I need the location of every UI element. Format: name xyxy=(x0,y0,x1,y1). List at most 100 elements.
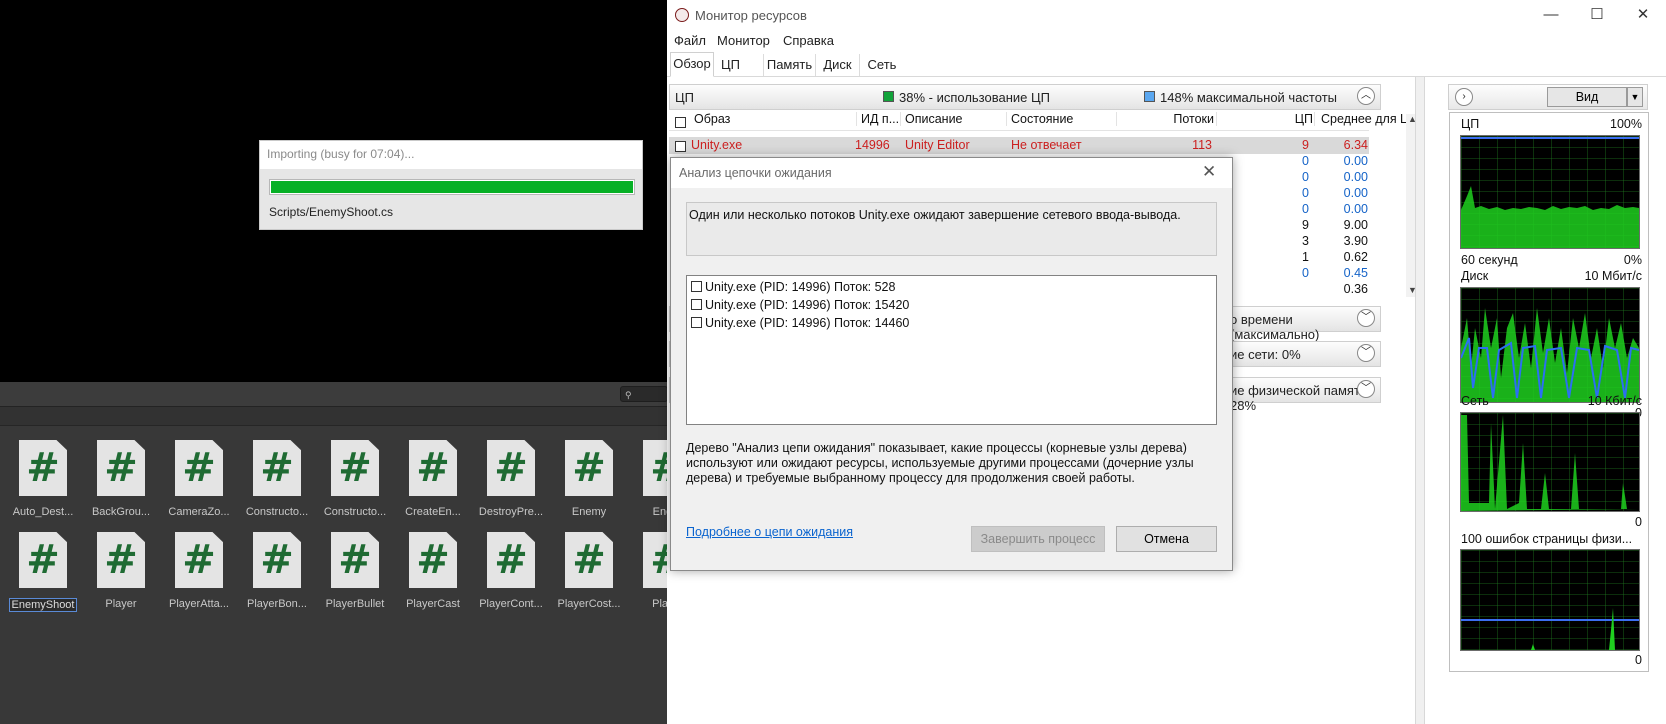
graph-cpu-min: 0% xyxy=(1623,253,1642,267)
close-button[interactable]: ✕ xyxy=(1620,0,1666,30)
cpu-section-header[interactable]: ЦП 38% - использование ЦП 148% максималь… xyxy=(669,84,1381,110)
col-avg-cpu[interactable]: Среднее для ЦП xyxy=(1314,112,1418,126)
hash-glyph: # xyxy=(416,445,450,491)
process-table-header: Образ ИД п... Описание Состояние Потоки … xyxy=(669,108,1418,131)
network-section-summary: ие сети: 0% xyxy=(1230,347,1301,362)
thread-item[interactable]: Unity.exe (PID: 14996) Поток: 14460 xyxy=(687,314,1216,332)
csharp-script-icon: # xyxy=(19,440,67,496)
process-image: Unity.exe xyxy=(691,138,743,152)
thread-item[interactable]: Unity.exe (PID: 14996) Поток: 528 xyxy=(687,278,1216,296)
process-checkbox[interactable] xyxy=(675,141,686,152)
thread-checkbox[interactable] xyxy=(691,299,702,310)
unity-search-field[interactable]: ⚲ xyxy=(620,386,668,402)
tab-network[interactable]: Сеть xyxy=(860,54,904,76)
col-threads[interactable]: Потоки xyxy=(1116,112,1214,126)
col-cpu[interactable]: ЦП xyxy=(1216,112,1313,126)
script-asset[interactable]: # Constructo... xyxy=(318,440,392,518)
col-image[interactable]: Образ xyxy=(694,112,730,126)
asset-label: EnemyShoot xyxy=(8,598,78,612)
cpu-graph xyxy=(1460,135,1640,249)
csharp-script-icon: # xyxy=(565,440,613,496)
thread-checkbox[interactable] xyxy=(691,317,702,328)
thread-item[interactable]: Unity.exe (PID: 14996) Поток: 15420 xyxy=(687,296,1216,314)
panel-splitter[interactable] xyxy=(1415,77,1425,724)
unity-project-toolbar xyxy=(0,382,668,407)
tab-disk[interactable]: Диск xyxy=(816,54,860,76)
csharp-script-icon: # xyxy=(253,532,301,588)
select-all-checkbox[interactable] xyxy=(675,117,686,128)
script-asset[interactable]: # PlayerBullet xyxy=(318,532,392,610)
tab-overview[interactable]: Обзор xyxy=(670,52,714,77)
thread-checkbox[interactable] xyxy=(691,281,702,292)
hash-glyph: # xyxy=(572,537,606,583)
dialog-message: Один или несколько потоков Unity.exe ожи… xyxy=(686,202,1217,256)
hash-glyph: # xyxy=(494,537,528,583)
script-asset[interactable]: # DestroyPre... xyxy=(474,440,548,518)
process-avg-cpu: 0.36 xyxy=(1343,282,1368,296)
script-asset[interactable]: # PlayerCont... xyxy=(474,532,548,610)
process-cpu: 9 xyxy=(1302,138,1309,152)
csharp-script-icon: # xyxy=(253,440,301,496)
asset-label: PlayerBullet xyxy=(325,598,385,610)
script-asset[interactable]: # PlayerAtta... xyxy=(162,532,236,610)
dialog-title-bar: Анализ цепочки ожидания ✕ xyxy=(671,158,1232,188)
script-asset[interactable]: # CreateEn... xyxy=(396,440,470,518)
chevron-right-icon[interactable]: › xyxy=(1455,88,1473,106)
process-row-unity[interactable]: Unity.exe 14996 Unity Editor Не отвечает… xyxy=(669,137,1369,154)
menu-file[interactable]: Файл xyxy=(674,33,706,48)
col-description[interactable]: Описание xyxy=(900,112,963,126)
cpu-usage-swatch xyxy=(883,91,894,102)
col-pid[interactable]: ИД п... xyxy=(856,112,899,126)
hash-glyph: # xyxy=(416,537,450,583)
script-asset[interactable]: # BackGrou... xyxy=(84,440,158,518)
graph-memory-min: 0 xyxy=(1635,653,1642,667)
chevron-down-icon[interactable]: ﹀ xyxy=(1357,344,1375,362)
import-title: Importing (busy for 07:04)... xyxy=(260,141,642,169)
minimize-button[interactable]: — xyxy=(1528,0,1574,30)
hash-glyph: # xyxy=(182,445,216,491)
graph-disk-title: Диск xyxy=(1461,269,1489,283)
col-state[interactable]: Состояние xyxy=(1006,112,1073,126)
maximize-button[interactable]: ☐ xyxy=(1574,0,1620,30)
script-asset[interactable]: # Auto_Dest... xyxy=(6,440,80,518)
asset-label: Auto_Dest... xyxy=(12,506,74,518)
script-asset[interactable]: # PlayerCost... xyxy=(552,532,626,610)
cpu-freq-swatch xyxy=(1144,91,1155,102)
tab-bar: Обзор ЦП Память Диск Сеть xyxy=(667,52,1666,77)
close-icon[interactable]: ✕ xyxy=(1202,162,1216,182)
process-avg-cpu: 6.34 xyxy=(1343,138,1368,152)
hash-glyph: # xyxy=(494,445,528,491)
asset-label: Constructo... xyxy=(245,506,309,518)
script-asset[interactable]: # CameraZo... xyxy=(162,440,236,518)
menu-monitor[interactable]: Монитор xyxy=(717,33,770,48)
view-button[interactable]: Вид xyxy=(1547,87,1627,107)
disk-graph-plot xyxy=(1461,288,1639,402)
csharp-script-icon: # xyxy=(175,532,223,588)
script-asset[interactable]: # PlayerCast xyxy=(396,532,470,610)
tab-cpu[interactable]: ЦП xyxy=(714,54,764,76)
csharp-script-icon: # xyxy=(331,440,379,496)
view-dropdown-icon[interactable]: ▼ xyxy=(1627,87,1643,107)
asset-label: CameraZo... xyxy=(168,506,230,518)
tab-memory[interactable]: Память xyxy=(764,54,816,76)
thread-tree[interactable]: Unity.exe (PID: 14996) Поток: 528 Unity.e… xyxy=(686,275,1217,425)
asset-label: PlayerCont... xyxy=(479,598,543,610)
asset-row: # Auto_Dest... # BackGrou... # CameraZo... # Co… xyxy=(6,440,691,530)
chevron-up-icon[interactable]: ︿ xyxy=(1357,87,1375,105)
script-asset[interactable]: # EnemyShoot xyxy=(6,532,80,615)
asset-label: PlayerCast xyxy=(406,598,460,610)
chevron-down-icon[interactable]: ﹀ xyxy=(1357,309,1375,327)
menu-help[interactable]: Справка xyxy=(783,33,834,48)
script-asset[interactable]: # Player xyxy=(84,532,158,610)
hash-glyph: # xyxy=(104,445,138,491)
cancel-button[interactable]: Отмена xyxy=(1116,526,1217,552)
wait-chain-dialog: Анализ цепочки ожидания ✕ Один или неско… xyxy=(670,157,1233,571)
asset-label: PlayerAtta... xyxy=(169,598,229,610)
process-avg-cpu: 0.00 xyxy=(1343,202,1368,216)
script-asset[interactable]: # Constructo... xyxy=(240,440,314,518)
script-asset[interactable]: # PlayerBon... xyxy=(240,532,314,610)
script-asset[interactable]: # Enemy xyxy=(552,440,626,518)
wait-chain-help-link[interactable]: Подробнее о цепи ожидания xyxy=(686,525,853,539)
chevron-down-icon[interactable]: ﹀ xyxy=(1357,380,1375,398)
end-process-button[interactable]: Завершить процесс xyxy=(971,526,1105,552)
